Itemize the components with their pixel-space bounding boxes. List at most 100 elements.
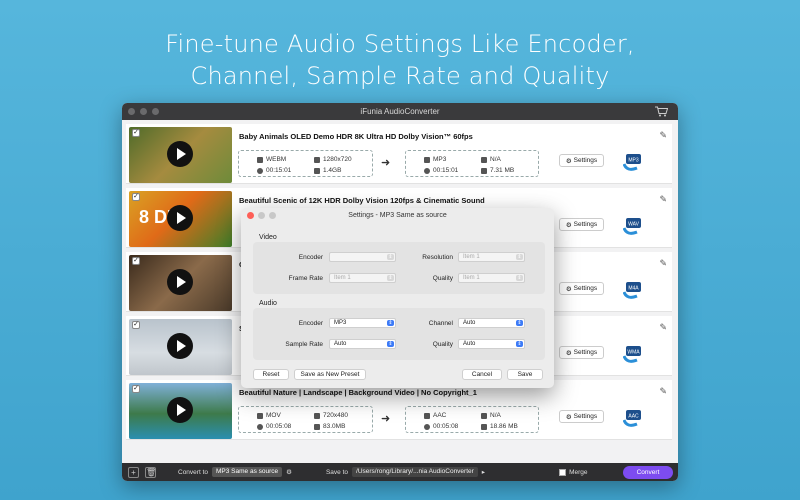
trash-icon[interactable]: 🗑 [145,466,156,478]
file-size-icon [481,423,487,430]
clock-icon [257,167,263,174]
dialog-zoom-button [269,212,276,219]
settings-dialog: Settings - MP3 Same as source Video Enco… [241,208,554,388]
dialog-title: Settings - MP3 Same as source [348,212,447,219]
video-thumbnail: ✓ [129,255,232,311]
play-icon[interactable] [167,269,193,295]
sample-rate-value: Auto [334,341,347,347]
output-duration: 00:15:01 [433,167,459,174]
cart-icon[interactable] [655,106,668,117]
zoom-window-button[interactable] [152,108,159,115]
settings-button[interactable]: ⚙ Settings [559,346,604,359]
file-row[interactable]: ✓ Beautiful Nature | Landscape | Backgro… [126,380,672,440]
video-thumbnail: ✓ 8 DR [129,191,232,247]
convert-button[interactable]: Convert [623,466,673,479]
reset-button[interactable]: Reset [253,369,289,380]
source-info: WEBM 1280x720 00:15:01 1.4GB [238,150,373,177]
settings-label: Settings [573,349,598,356]
pencil-icon[interactable]: ✎ [659,258,667,269]
settings-label: Settings [573,157,598,164]
file-size-icon [314,167,320,174]
play-icon[interactable] [167,397,193,423]
pencil-icon[interactable]: ✎ [659,322,667,333]
sample-rate-select[interactable]: Auto ⇕ [329,339,396,349]
audio-format-icon[interactable]: WMA [623,342,643,364]
channel-value: Auto [463,320,476,326]
pencil-icon[interactable]: ✎ [659,130,667,141]
gear-icon[interactable]: ⚙ [286,468,292,476]
audio-section-label: Audio [259,300,277,307]
file-size-icon [481,167,487,174]
audio-encoder-select[interactable]: MP3 ⇕ [329,318,396,328]
clock-icon [424,423,430,430]
video-encoder-select: ⇕ [329,252,396,262]
audio-format-icon[interactable]: AAC [623,406,643,428]
gear-icon: ⚙ [565,221,572,229]
merge-checkbox[interactable] [559,468,567,476]
chevron-updown-icon: ⇕ [516,254,523,260]
settings-label: Settings [573,285,598,292]
play-icon[interactable] [167,141,193,167]
format-icon [424,156,430,163]
gear-icon: ⚙ [565,157,572,165]
play-icon[interactable] [167,205,193,231]
format-icon-label: M4A [628,286,639,292]
source-duration: 00:15:01 [266,167,292,174]
settings-button[interactable]: ⚙ Settings [559,154,604,167]
close-window-button[interactable] [128,108,135,115]
format-icon [257,156,263,163]
source-info: MOV 720x480 00:05:08 83.0MB [238,406,373,433]
pencil-icon[interactable]: ✎ [659,386,667,397]
video-thumbnail: ✓ [129,127,232,183]
audio-format-icon[interactable]: MP3 [623,150,643,172]
play-icon[interactable] [167,333,193,359]
audio-format-icon[interactable]: WAV [623,214,643,236]
save-as-new-preset-button[interactable]: Save as New Preset [294,369,366,380]
row-checkbox[interactable]: ✓ [132,193,140,201]
audio-format-icon[interactable]: M4A [623,278,643,300]
settings-button[interactable]: ⚙ Settings [559,218,604,231]
output-format: AAC [433,412,447,419]
title-bar: iFunia AudioConverter [122,103,678,120]
save-to-label: Save to [325,468,349,476]
save-button[interactable]: Save [507,369,543,380]
chevron-updown-icon: ⇕ [516,341,523,347]
clock-icon [257,423,263,430]
save-to-path[interactable]: /Users/rong/Library/...nia AudioConverte… [352,467,478,477]
file-row[interactable]: ✓ Baby Animals OLED Demo HDR 8K Ultra HD… [126,124,672,184]
dialog-minimize-button [258,212,265,219]
video-settings-group: Encoder ⇕ Resolution Item 1 ⇕ Frame Rate … [253,242,545,294]
channel-label: Channel [428,320,453,327]
channel-select[interactable]: Auto ⇕ [458,318,525,328]
row-checkbox[interactable]: ✓ [132,321,140,329]
audio-encoder-value: MP3 [334,320,347,326]
dialog-close-button[interactable] [247,212,254,219]
cancel-button[interactable]: Cancel [462,369,502,380]
row-checkbox[interactable]: ✓ [132,385,140,393]
resolution-label: Resolution [422,254,453,261]
window-title: iFunia AudioConverter [360,107,440,116]
chevron-updown-icon: ⇕ [516,275,523,281]
convert-to-select[interactable]: MP3 Same as source [212,467,283,477]
arrow-right-icon: ➜ [381,157,391,169]
settings-button[interactable]: ⚙ Settings [559,410,604,423]
plus-icon[interactable]: + [128,466,139,478]
dialog-window-controls [247,212,276,219]
resolution-icon [314,156,320,163]
folder-icon[interactable]: ▸ [482,468,485,476]
output-info: MP3 N/A 00:15:01 7.31 MB [405,150,539,177]
row-checkbox[interactable]: ✓ [132,257,140,265]
minimize-window-button[interactable] [140,108,147,115]
audio-quality-select[interactable]: Auto ⇕ [458,339,525,349]
video-thumbnail: ✓ [129,383,232,439]
resolution-select: Item 1 ⇕ [458,252,525,262]
video-encoder-label: Encoder [298,254,323,261]
settings-button[interactable]: ⚙ Settings [559,282,604,295]
pencil-icon[interactable]: ✎ [659,194,667,205]
audio-quality-value: Auto [463,341,476,347]
row-checkbox[interactable]: ✓ [132,129,140,137]
output-size: 18.86 MB [490,423,518,430]
sample-rate-label: Sample Rate [285,341,323,348]
resolution-icon [481,412,487,419]
settings-label: Settings [573,221,598,228]
